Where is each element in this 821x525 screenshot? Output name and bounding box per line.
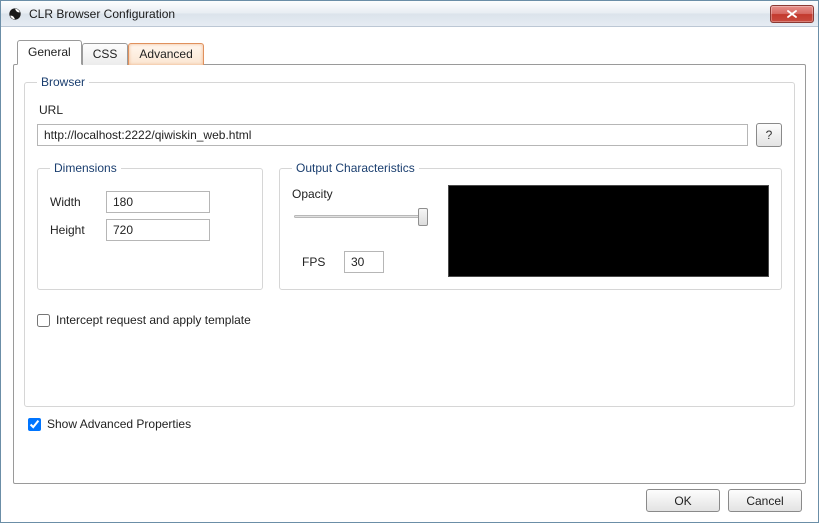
slider-thumb[interactable]: [418, 208, 428, 226]
fps-input[interactable]: [344, 251, 384, 273]
url-row: ?: [37, 123, 782, 147]
intercept-checkbox[interactable]: [37, 314, 50, 327]
fps-row: FPS: [292, 251, 432, 273]
dialog-window: CLR Browser Configuration General CSS Ad…: [0, 0, 819, 523]
tab-css[interactable]: CSS: [82, 43, 129, 65]
close-icon: [787, 10, 797, 18]
output-inner: Opacity FPS: [292, 185, 769, 277]
url-help-button[interactable]: ?: [756, 123, 782, 147]
height-row: Height: [50, 219, 250, 241]
dialog-footer: OK Cancel: [646, 489, 802, 512]
app-icon: [7, 6, 23, 22]
output-left: Opacity FPS: [292, 185, 432, 277]
intercept-row: Intercept request and apply template: [37, 313, 251, 327]
dimensions-group: Dimensions Width Height: [37, 161, 263, 290]
titlebar: CLR Browser Configuration: [1, 1, 818, 27]
slider-track: [294, 215, 426, 218]
browser-legend: Browser: [37, 75, 89, 89]
show-advanced-row: Show Advanced Properties: [28, 417, 795, 431]
close-button[interactable]: [770, 5, 814, 23]
url-input[interactable]: [37, 124, 748, 146]
ok-button[interactable]: OK: [646, 489, 720, 512]
show-advanced-label: Show Advanced Properties: [47, 417, 191, 431]
height-input[interactable]: [106, 219, 210, 241]
dimensions-legend: Dimensions: [50, 161, 121, 175]
tab-panel-general: Browser URL ? Dimensions Width Heigh: [13, 64, 806, 484]
output-group: Output Characteristics Opacity FPS: [279, 161, 782, 290]
tab-general[interactable]: General: [17, 40, 82, 65]
client-area: General CSS Advanced Browser URL ? Dimen…: [1, 27, 818, 496]
show-advanced-checkbox[interactable]: [28, 418, 41, 431]
width-row: Width: [50, 191, 250, 213]
cancel-button[interactable]: Cancel: [728, 489, 802, 512]
window-title: CLR Browser Configuration: [29, 7, 770, 21]
intercept-label: Intercept request and apply template: [56, 313, 251, 327]
width-label: Width: [50, 195, 106, 209]
tab-advanced[interactable]: Advanced: [128, 43, 203, 65]
url-label: URL: [39, 103, 782, 117]
width-input[interactable]: [106, 191, 210, 213]
fps-label: FPS: [302, 255, 332, 269]
tabs: General CSS Advanced: [17, 39, 806, 64]
browser-group: Browser URL ? Dimensions Width Heigh: [24, 75, 795, 407]
opacity-label: Opacity: [292, 187, 432, 201]
opacity-slider[interactable]: [292, 205, 428, 229]
mid-row: Dimensions Width Height Output Character…: [37, 161, 782, 290]
output-legend: Output Characteristics: [292, 161, 419, 175]
preview-box: [448, 185, 769, 277]
height-label: Height: [50, 223, 106, 237]
